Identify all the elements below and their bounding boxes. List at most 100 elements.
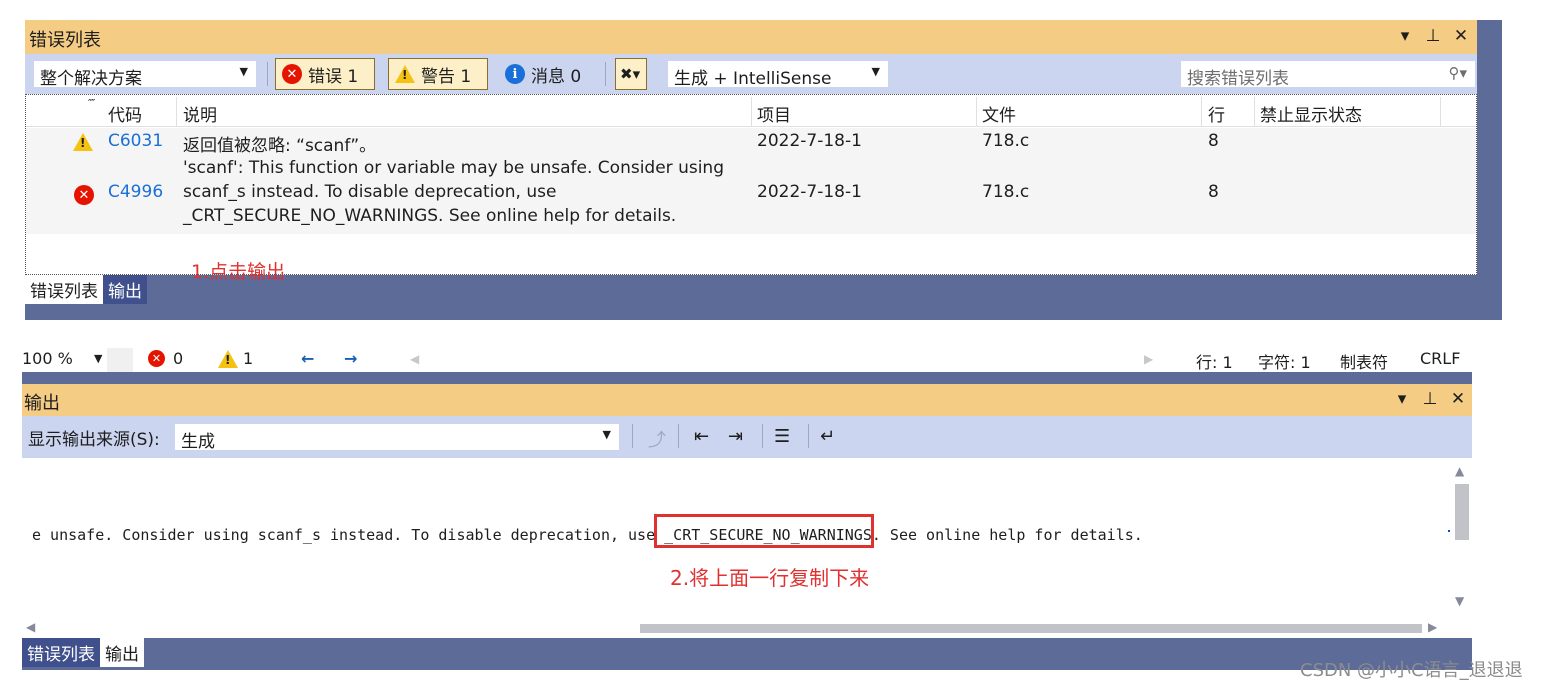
output-text-area[interactable]: e unsafe. Consider using scanf_s instead… [22, 458, 1472, 638]
grid-header: ⁗ 代码 说明 项目 文件 行 禁止显示状态 [26, 97, 1476, 127]
column-divider [1201, 97, 1202, 127]
vertical-scroll-thumb[interactable] [1455, 484, 1469, 540]
search-error-list-input[interactable]: 搜索错误列表 ⚲▾ [1180, 60, 1476, 89]
tab-output[interactable]: 输出 [100, 638, 144, 667]
toolbar-separator [632, 424, 633, 448]
vertical-scrollbar[interactable]: ▲ ▼ [1450, 458, 1472, 638]
chevron-down-icon: ▼ [602, 428, 611, 441]
previous-message-icon[interactable]: ⇤ [694, 426, 709, 447]
highlight-box [654, 514, 874, 548]
annotation-click-output: 1.点击输出 [191, 261, 286, 283]
forward-arrow-icon[interactable]: → [344, 349, 357, 368]
error-list-panel: 错误列表 ▾ ⊥ ✕ 整个解决方案 ▼ ✕ 错误 1 警告 1 i 消息 0 ✖… [25, 20, 1502, 320]
status-divider [107, 348, 133, 372]
errors-filter-button[interactable]: ✕ 错误 1 [275, 58, 375, 90]
warning-icon [218, 350, 238, 368]
status-eol[interactable]: CRLF [1420, 349, 1460, 368]
tab-error-list[interactable]: 错误列表 [25, 275, 103, 304]
error-list-title-bar: 错误列表 ▾ ⊥ ✕ [25, 20, 1477, 54]
error-description: 返回值被忽略: “scanf”。 [183, 136, 377, 156]
errors-filter-label: 错误 1 [308, 66, 359, 87]
error-icon: ✕ [282, 64, 302, 84]
toolbar-separator [762, 424, 763, 448]
scroll-down-icon[interactable]: ▼ [1455, 594, 1464, 608]
error-list-toolbar: 整个解决方案 ▼ ✕ 错误 1 警告 1 i 消息 0 ✖▾ 生成 + Inte… [25, 54, 1477, 94]
output-tabs: 错误列表 输出 [22, 638, 144, 670]
filter-button[interactable]: ✖▾ [615, 58, 647, 90]
window-position-dropdown-icon[interactable]: ▾ [1397, 26, 1413, 46]
go-to-location-icon[interactable]: ⤴ [648, 426, 666, 452]
close-icon[interactable]: ✕ [1453, 26, 1469, 46]
scroll-up-icon[interactable]: ▲ [1455, 464, 1464, 478]
scroll-right-icon[interactable]: ▶ [1144, 352, 1153, 366]
table-row[interactable]: C6031 返回值被忽略: “scanf”。 2022-7-18-1 718.c… [26, 128, 1476, 156]
toolbar-separator [678, 424, 679, 448]
search-icon[interactable]: ⚲▾ [1448, 64, 1467, 82]
column-header-project[interactable]: 项目 [757, 101, 791, 126]
scope-combo[interactable]: 整个解决方案 ▼ [33, 60, 257, 89]
info-icon: i [505, 64, 525, 84]
error-line: 8 [1208, 131, 1219, 151]
status-indent[interactable]: 制表符 [1340, 349, 1388, 372]
status-char: 字符: 1 [1258, 353, 1311, 372]
output-source-combo[interactable]: 生成 ▼ [174, 423, 620, 452]
editor-status-strip: 100 % ▼ ✕ 0 1 ← → ◀ ▶ 行: 1 字符: 1 制表符 CRL… [22, 348, 1472, 372]
chevron-down-icon: ▼ [871, 65, 880, 78]
column-header-file[interactable]: 文件 [982, 101, 1016, 126]
tab-error-list[interactable]: 错误列表 [22, 638, 100, 667]
column-header-code[interactable]: 代码 [108, 101, 142, 126]
error-list-title: 错误列表 [29, 30, 101, 51]
search-placeholder: 搜索错误列表 [1187, 69, 1289, 89]
error-line: 8 [1208, 182, 1219, 202]
scope-combo-value: 整个解决方案 [40, 69, 142, 89]
toolbar-separator [267, 62, 268, 86]
messages-filter-button[interactable]: i 消息 0 [501, 58, 585, 90]
pin-icon[interactable]: ⊥ [1422, 389, 1438, 409]
column-header-suppression[interactable]: 禁止显示状态 [1260, 101, 1362, 126]
output-source-label: 显示输出来源(S): [28, 430, 160, 450]
error-description-line: scanf_s instead. To disable deprecation,… [183, 182, 557, 202]
zoom-level[interactable]: 100 % [22, 349, 73, 368]
column-divider [176, 97, 177, 127]
close-icon[interactable]: ✕ [1450, 389, 1466, 409]
toolbar-separator [808, 424, 809, 448]
warnings-filter-label: 警告 1 [421, 66, 472, 87]
output-title: 输出 [24, 393, 60, 414]
scroll-right-icon[interactable]: ▶ [1428, 620, 1437, 634]
clear-all-icon[interactable]: ☰ [774, 426, 790, 447]
sort-icon[interactable]: ⁗ [88, 97, 95, 110]
error-code-link[interactable]: C4996 [108, 182, 163, 202]
build-source-combo[interactable]: 生成 + IntelliSense ▼ [667, 60, 889, 89]
status-line: 行: 1 [1196, 353, 1233, 372]
chevron-down-icon[interactable]: ▼ [94, 352, 102, 365]
column-header-line[interactable]: 行 [1208, 101, 1225, 126]
toolbar-separator [605, 62, 606, 86]
scroll-left-icon[interactable]: ◀ [26, 620, 35, 634]
window-position-dropdown-icon[interactable]: ▾ [1394, 389, 1410, 409]
column-divider [1440, 97, 1441, 127]
watermark: CSDN @小小C语言_退退退 [1300, 660, 1523, 681]
horizontal-scroll-thumb[interactable] [640, 624, 1422, 633]
error-description-line: 'scanf': This function or variable may b… [183, 158, 724, 178]
status-warning-count[interactable]: 1 [243, 349, 253, 368]
scroll-left-icon[interactable]: ◀ [410, 352, 419, 366]
warnings-filter-button[interactable]: 警告 1 [388, 58, 488, 90]
column-divider [1254, 97, 1255, 127]
table-row[interactable]: ✕ C4996 'scanf': This function or variab… [26, 156, 1476, 234]
output-line[interactable]: e unsafe. Consider using scanf_s instead… [32, 526, 1143, 544]
error-list-tabs: 错误列表 输出 [25, 275, 147, 305]
tab-output[interactable]: 输出 [103, 275, 147, 304]
status-error-count[interactable]: 0 [173, 349, 183, 368]
pin-icon[interactable]: ⊥ [1425, 26, 1441, 46]
error-file: 718.c [982, 182, 1030, 202]
word-wrap-icon[interactable]: ↵ [820, 426, 835, 447]
error-description-line: _CRT_SECURE_NO_WARNINGS. See online help… [183, 206, 677, 226]
error-icon: ✕ [74, 185, 94, 205]
warning-icon [73, 133, 93, 151]
column-header-description[interactable]: 说明 [183, 101, 217, 126]
error-code-link[interactable]: C6031 [108, 131, 163, 151]
messages-filter-label: 消息 0 [531, 66, 582, 87]
error-project: 2022-7-18-1 [757, 131, 862, 151]
next-message-icon[interactable]: ⇥ [728, 426, 743, 447]
back-arrow-icon[interactable]: ← [301, 349, 314, 368]
